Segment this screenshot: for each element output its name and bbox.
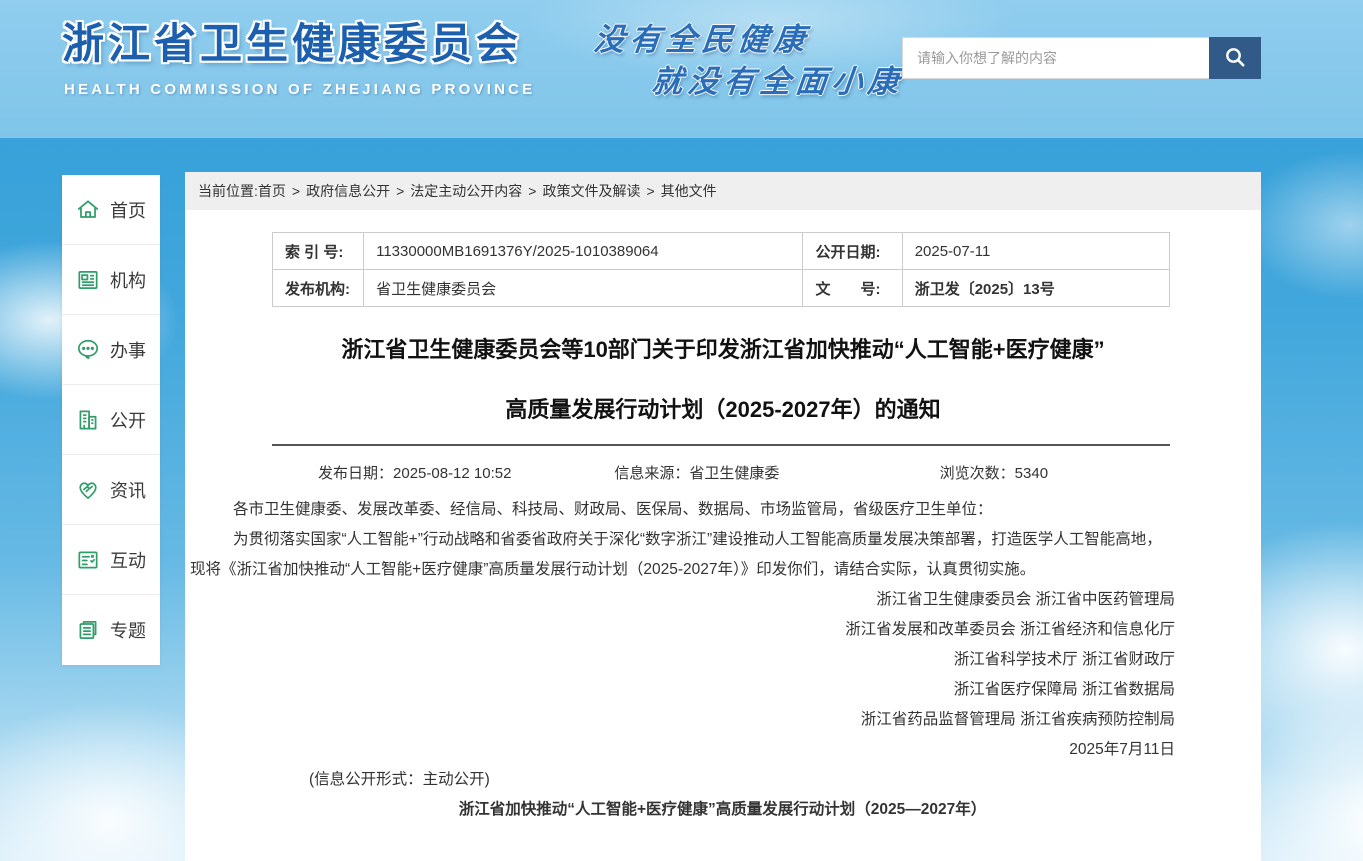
page-title-line-2: 高质量发展行动计划（2025-2027年）的通知	[245, 380, 1201, 440]
sidebar-item-label: 机构	[110, 267, 146, 293]
breadcrumb-separator: >	[646, 183, 654, 199]
topics-docs-icon	[75, 617, 101, 643]
sidebar-item-label: 公开	[110, 407, 146, 433]
breadcrumb-prefix: 当前位置:	[198, 181, 258, 201]
article-meta: 发布日期：2025-08-12 10:52 信息来源：省卫生健康委 浏览次数：5…	[272, 462, 1170, 483]
publish-date-value: 2025-07-11	[902, 233, 1169, 270]
slogan-line-2: 就没有全面小康	[650, 56, 907, 101]
site-logo-title: 浙江省卫生健康委员会	[62, 10, 522, 71]
breadcrumb-separator: >	[528, 183, 536, 199]
breadcrumb-separator: >	[396, 183, 404, 199]
body-paragraph: 为贯彻落实国家“人工智能+”行动战略和省委省政府关于深化“数字浙江”建设推动人工…	[190, 525, 1175, 585]
document-info-table: 索 引 号: 11330000MB1691376Y/2025-101038906…	[272, 232, 1170, 307]
breadcrumb-link-gov-info[interactable]: 政府信息公开	[306, 181, 390, 201]
signature-line: 浙江省卫生健康委员会 浙江省中医药管理局	[190, 585, 1175, 615]
breadcrumb-separator: >	[292, 183, 300, 199]
sidebar-item-label: 办事	[110, 337, 146, 363]
table-row: 发布机构: 省卫生健康委员会 文 号: 浙卫发〔2025〕13号	[273, 270, 1170, 307]
sidebar-item-services[interactable]: 办事	[62, 315, 160, 385]
sidebar-item-news[interactable]: 资讯	[62, 455, 160, 525]
info-source-value: 省卫生健康委	[689, 465, 779, 482]
breadcrumb-link-other-docs[interactable]: 其他文件	[661, 181, 717, 201]
publish-date-label: 公开日期:	[803, 233, 902, 270]
index-number-label: 索 引 号:	[273, 233, 364, 270]
publish-datetime-label: 发布日期：	[318, 465, 393, 482]
publish-datetime-value: 2025-08-12 10:52	[393, 465, 511, 482]
info-source-label: 信息来源：	[614, 465, 689, 482]
info-source: 信息来源：省卫生健康委	[548, 462, 844, 483]
interaction-form-icon	[75, 547, 101, 573]
services-chat-icon	[75, 337, 101, 363]
signature-line: 浙江省发展和改革委员会 浙江省经济和信息化厅	[190, 615, 1175, 645]
institution-icon	[75, 267, 101, 293]
sidebar-item-interaction[interactable]: 互动	[62, 525, 160, 595]
signature-line: 浙江省医疗保障局 浙江省数据局	[190, 675, 1175, 705]
breadcrumb-link-statutory[interactable]: 法定主动公开内容	[410, 181, 522, 201]
breadcrumb: 当前位置: 首页 > 政府信息公开 > 法定主动公开内容 > 政策文件及解读 >…	[185, 172, 1261, 210]
search-button[interactable]	[1209, 37, 1261, 79]
title-divider	[272, 444, 1170, 446]
sidebar-item-label: 首页	[110, 197, 146, 223]
doc-number-value: 浙卫发〔2025〕13号	[902, 270, 1169, 307]
attachment-title: 浙江省加快推动“人工智能+医疗健康”高质量发展行动计划（2025—2027年）	[190, 795, 1175, 825]
search-input[interactable]	[902, 37, 1209, 79]
site-search	[902, 37, 1261, 79]
index-number-value: 11330000MB1691376Y/2025-1010389064	[364, 233, 803, 270]
signature-line: 浙江省药品监督管理局 浙江省疾病预防控制局	[190, 705, 1175, 735]
site-header: 浙江省卫生健康委员会 HEALTH COMMISSION OF ZHEJIANG…	[0, 0, 1363, 138]
issuing-agency-value: 省卫生健康委员会	[364, 270, 803, 307]
publish-datetime: 发布日期：2025-08-12 10:52	[272, 462, 548, 483]
view-count-value: 5340	[1015, 465, 1048, 482]
view-count: 浏览次数：5340	[845, 462, 1170, 483]
doc-number-label: 文 号:	[803, 270, 902, 307]
breadcrumb-link-home[interactable]: 首页	[258, 181, 286, 201]
disclosure-note: (信息公开形式：主动公开)	[309, 765, 1175, 795]
sidebar-item-institution[interactable]: 机构	[62, 245, 160, 315]
sidebar-item-label: 专题	[110, 617, 146, 643]
slogan-line-1: 没有全民健康	[592, 14, 813, 59]
search-icon	[1223, 45, 1247, 72]
home-icon	[75, 197, 101, 223]
table-row: 索 引 号: 11330000MB1691376Y/2025-101038906…	[273, 233, 1170, 270]
sidebar-item-home[interactable]: 首页	[62, 175, 160, 245]
view-count-label: 浏览次数：	[940, 465, 1015, 482]
page-title: 浙江省卫生健康委员会等10部门关于印发浙江省加快推动“人工智能+医疗健康” 高质…	[185, 320, 1261, 440]
signature-line: 浙江省科学技术厅 浙江省财政厅	[190, 645, 1175, 675]
breadcrumb-link-policy-docs[interactable]: 政策文件及解读	[542, 181, 640, 201]
salutation-paragraph: 各市卫生健康委、发展改革委、经信局、科技局、财政局、医保局、数据局、市场监管局，…	[190, 495, 1175, 525]
signature-date: 2025年7月11日	[190, 735, 1175, 765]
page-title-line-1: 浙江省卫生健康委员会等10部门关于印发浙江省加快推动“人工智能+医疗健康”	[245, 320, 1201, 380]
signature-block: 浙江省卫生健康委员会 浙江省中医药管理局 浙江省发展和改革委员会 浙江省经济和信…	[190, 585, 1175, 765]
issuing-agency-label: 发布机构:	[273, 270, 364, 307]
sidebar-item-topics[interactable]: 专题	[62, 595, 160, 665]
sidebar-nav: 首页 机构 办事 公开	[62, 175, 160, 665]
sidebar-item-label: 资讯	[110, 477, 146, 503]
article-body: 各市卫生健康委、发展改革委、经信局、科技局、财政局、医保局、数据局、市场监管局，…	[190, 495, 1175, 825]
main-content: 当前位置: 首页 > 政府信息公开 > 法定主动公开内容 > 政策文件及解读 >…	[185, 172, 1261, 861]
sidebar-item-disclosure[interactable]: 公开	[62, 385, 160, 455]
disclosure-building-icon	[75, 407, 101, 433]
news-heart-hands-icon	[75, 477, 101, 503]
site-logo-subtitle: HEALTH COMMISSION OF ZHEJIANG PROVINCE	[64, 81, 535, 98]
sidebar-item-label: 互动	[110, 547, 146, 573]
